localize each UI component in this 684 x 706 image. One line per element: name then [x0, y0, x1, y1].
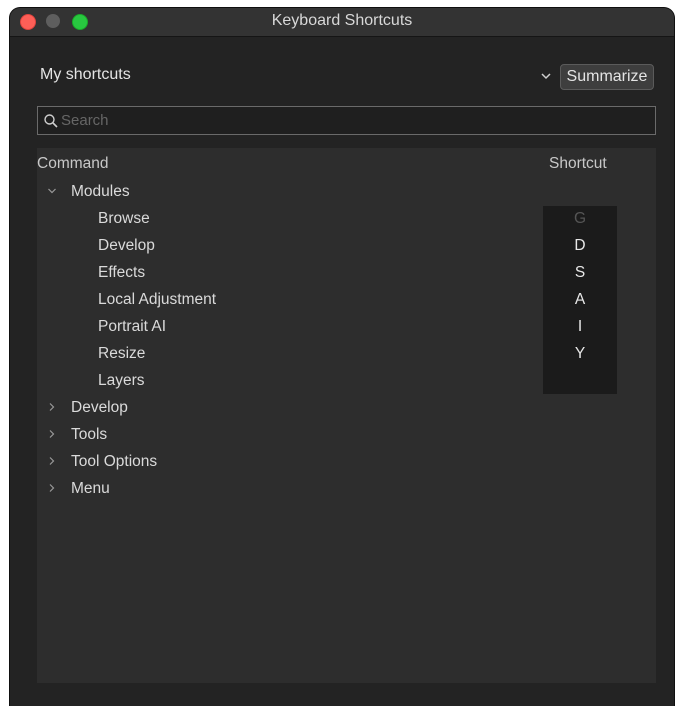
tree-item-layers[interactable]: Layers — [37, 367, 656, 394]
shortcut-column-header: Shortcut — [549, 155, 607, 172]
tree-item-portrait-ai[interactable]: Portrait AI I — [37, 313, 656, 340]
chevron-right-icon[interactable] — [47, 483, 57, 493]
command-label: Browse — [98, 210, 150, 227]
search-input[interactable] — [61, 107, 641, 134]
search-icon — [44, 114, 58, 128]
chevron-right-icon[interactable] — [47, 402, 57, 412]
shortcut-key[interactable]: Y — [543, 340, 617, 367]
tree-item-develop[interactable]: Develop D — [37, 232, 656, 259]
window-title: Keyboard Shortcuts — [271, 12, 413, 29]
tree-group-label: Menu — [71, 480, 110, 497]
keyboard-shortcuts-window: Keyboard Shortcuts My shortcuts Summariz… — [10, 8, 674, 706]
command-column-header: Command — [37, 155, 109, 172]
tree-group-label: Modules — [71, 183, 130, 200]
command-label: Develop — [98, 237, 155, 254]
command-label: Local Adjustment — [98, 291, 217, 308]
chevron-right-icon[interactable] — [47, 429, 57, 439]
shortcut-preset-label[interactable]: My shortcuts — [40, 66, 131, 84]
tree-group-tool-options[interactable]: Tool Options — [37, 448, 656, 475]
command-label: Effects — [98, 264, 146, 281]
tree-item-browse[interactable]: Browse G — [37, 205, 656, 232]
tree-item-local-adjustment[interactable]: Local Adjustment A — [37, 286, 656, 313]
tree-group-label: Develop — [71, 399, 128, 416]
chevron-right-icon[interactable] — [47, 456, 57, 466]
shortcut-key[interactable]: G — [543, 205, 617, 232]
search-field[interactable] — [37, 106, 656, 135]
tree-group-tools[interactable]: Tools — [37, 421, 656, 448]
tree-group-develop[interactable]: Develop — [37, 394, 656, 421]
tree-group-menu[interactable]: Menu — [37, 475, 656, 502]
tree-item-effects[interactable]: Effects S — [37, 259, 656, 286]
shortcuts-table: Command Shortcut Modules Browse G Develo… — [37, 148, 656, 683]
command-label: Portrait AI — [98, 318, 167, 335]
command-label: Resize — [98, 345, 146, 362]
tree-group-label: Tools — [71, 426, 108, 443]
tree-item-resize[interactable]: Resize Y — [37, 340, 656, 367]
chevron-down-icon[interactable] — [538, 66, 554, 84]
shortcut-key[interactable]: S — [543, 259, 617, 286]
tree-group-modules[interactable]: Modules — [37, 178, 656, 205]
command-label: Layers — [98, 372, 145, 389]
shortcut-key[interactable]: D — [543, 232, 617, 259]
summarize-button[interactable]: Summarize — [560, 64, 654, 90]
shortcut-key[interactable]: A — [543, 286, 617, 313]
title-bar: Keyboard Shortcuts — [10, 8, 674, 37]
tree-group-label: Tool Options — [71, 453, 158, 470]
shortcut-key[interactable]: I — [543, 313, 617, 340]
chevron-down-icon[interactable] — [47, 186, 57, 196]
